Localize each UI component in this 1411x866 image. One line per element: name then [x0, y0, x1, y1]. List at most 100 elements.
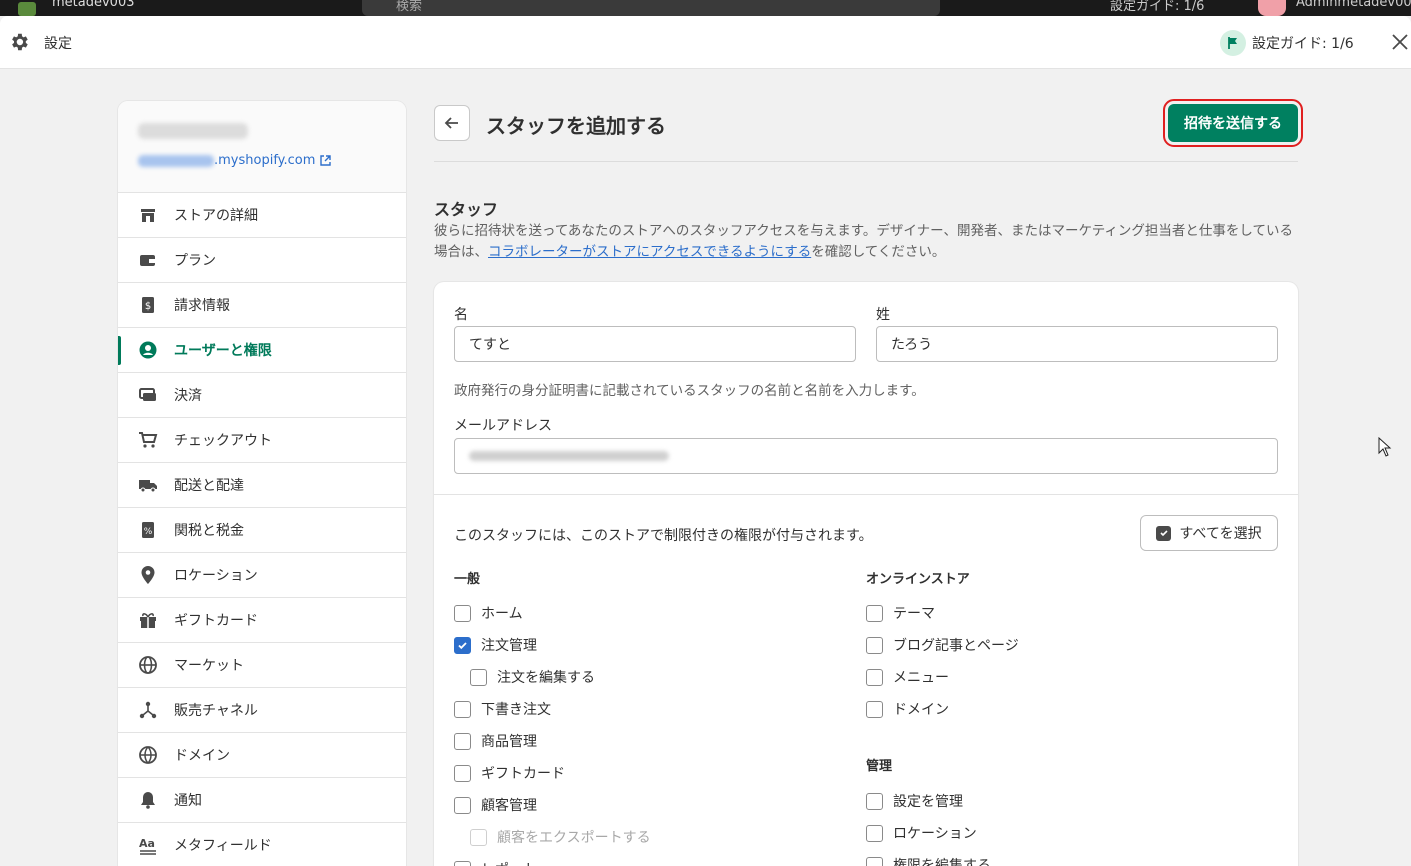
sidebar-item-metafield[interactable]: Aa メタフィールド — [118, 823, 406, 866]
sidebar-item-label: 配送と配達 — [174, 478, 244, 494]
checkbox-icon[interactable] — [454, 732, 471, 750]
sidebar-item-user[interactable]: ユーザーと権限 — [118, 328, 406, 373]
store-name-blurred — [138, 123, 248, 139]
permission-checkbox[interactable]: テーマ — [866, 603, 935, 623]
truck-icon — [138, 475, 158, 495]
checkbox-icon[interactable] — [470, 828, 487, 846]
sidebar-item-domain[interactable]: ドメイン — [118, 733, 406, 778]
checkbox-icon[interactable] — [866, 700, 883, 718]
permission-checkbox[interactable]: ロケーション — [866, 823, 977, 843]
sidebar-item-billing[interactable]: $ 請求情報 — [118, 283, 406, 328]
permission-checkbox[interactable]: メニュー — [866, 667, 949, 687]
checkbox-icon — [1156, 525, 1172, 541]
location-icon — [138, 565, 158, 585]
top-guide-label: 設定ガイド: 1/6 — [1110, 0, 1205, 14]
permission-checkbox[interactable]: 設定を管理 — [866, 791, 963, 811]
store-name: metadev003 — [52, 0, 135, 10]
setup-guide-button[interactable]: 設定ガイド: 1/6 — [1220, 30, 1354, 56]
staff-form-card: 名 てすと 姓 たろう 政府発行の身分証明書に記載されているスタッフの名前と名前… — [434, 282, 1298, 866]
sidebar-nav: ストアの詳細 プラン $ 請求情報 ユーザーと権限 決済 チェックアウト配送と配達 % 関税と税… — [118, 193, 406, 866]
first-name-value: てすと — [469, 337, 511, 353]
checkbox-icon[interactable] — [866, 856, 883, 866]
checkbox-icon[interactable] — [470, 668, 487, 686]
permission-label: メニュー — [893, 670, 949, 686]
tax-icon: % — [138, 520, 158, 540]
setup-guide-label: 設定ガイド: 1/6 — [1252, 36, 1354, 52]
permission-checkbox[interactable]: 顧客管理 — [454, 795, 537, 815]
checkbox-icon[interactable] — [866, 824, 883, 842]
permission-label: ロケーション — [893, 826, 977, 842]
globe-icon — [138, 655, 158, 675]
avatar — [1258, 0, 1286, 16]
checkbox-icon[interactable] — [454, 700, 471, 718]
store-url-suffix: .myshopify.com — [214, 153, 316, 168]
desc-text-2: を確認してください。 — [811, 244, 946, 260]
checkbox-icon[interactable] — [454, 604, 471, 622]
select-all-label: すべてを選択 — [1179, 526, 1262, 542]
permission-checkbox[interactable]: 注文を編集する — [470, 667, 595, 687]
sidebar-item-cart[interactable]: チェックアウト — [118, 418, 406, 463]
checkbox-icon[interactable] — [454, 796, 471, 814]
first-name-label: 名 — [454, 307, 468, 323]
sidebar-item-location[interactable]: ロケーション — [118, 553, 406, 598]
checkbox-icon[interactable] — [454, 764, 471, 782]
permission-label: ホーム — [481, 606, 523, 622]
permission-checkbox[interactable]: 下書き注文 — [454, 699, 551, 719]
permission-checkbox[interactable]: 顧客をエクスポートする — [470, 827, 651, 847]
section-title: スタッフ — [434, 200, 499, 219]
sidebar-item-label: プラン — [174, 253, 216, 269]
permission-checkbox[interactable]: ギフトカード — [454, 763, 565, 783]
back-button[interactable] — [434, 105, 470, 141]
last-name-field[interactable]: たろう — [876, 326, 1278, 362]
external-link-icon — [320, 155, 332, 166]
permission-label: 権限を編集する — [893, 858, 991, 866]
card-divider — [434, 494, 1298, 495]
sidebar-item-payment[interactable]: 決済 — [118, 373, 406, 418]
sidebar-item-label: メタフィールド — [174, 838, 272, 854]
sidebar-item-label: ストアの詳細 — [174, 208, 258, 224]
sidebar-item-tax[interactable]: % 関税と税金 — [118, 508, 406, 553]
checkbox-icon[interactable] — [866, 668, 883, 686]
sidebar-item-gift[interactable]: ギフトカード — [118, 598, 406, 643]
permission-label: 下書き注文 — [481, 702, 551, 718]
sidebar-item-channels[interactable]: 販売チャネル — [118, 688, 406, 733]
admin-heading: 管理 — [866, 759, 893, 774]
checkbox-icon[interactable] — [866, 604, 883, 622]
close-icon[interactable] — [1389, 31, 1411, 53]
sidebar-item-store[interactable]: ストアの詳細 — [118, 193, 406, 238]
sidebar-item-label: ギフトカード — [174, 613, 258, 629]
sidebar-item-globe[interactable]: マーケット — [118, 643, 406, 688]
permission-checkbox[interactable]: レポート — [454, 859, 537, 866]
sidebar-item-plan[interactable]: プラン — [118, 238, 406, 283]
select-all-button[interactable]: すべてを選択 — [1140, 515, 1278, 551]
checkbox-checked-icon[interactable] — [454, 636, 471, 654]
flag-icon — [1220, 30, 1246, 56]
permission-label: ブログ記事とページ — [893, 638, 1019, 654]
checkbox-icon[interactable] — [866, 792, 883, 810]
store-url-blurred — [138, 154, 214, 167]
permission-checkbox[interactable]: ブログ記事とページ — [866, 635, 1019, 655]
permission-checkbox[interactable]: 商品管理 — [454, 731, 537, 751]
send-invite-button[interactable]: 招待を送信する — [1163, 99, 1303, 147]
collaborator-link[interactable]: コラボレーターがストアにアクセスできるようにする — [488, 244, 811, 260]
store-icon — [138, 205, 158, 225]
email-value-blurred — [469, 451, 669, 461]
plan-icon — [138, 250, 158, 270]
store-url-link[interactable]: .myshopify.com — [138, 153, 386, 168]
permission-checkbox[interactable]: 注文管理 — [454, 635, 537, 655]
permission-checkbox[interactable]: ドメイン — [866, 699, 949, 719]
permission-checkbox[interactable]: 権限を編集する — [866, 855, 991, 866]
sidebar-item-label: ロケーション — [174, 568, 258, 584]
admin-name: Adminmetadev00 — [1296, 0, 1411, 10]
permission-checkbox[interactable]: ホーム — [454, 603, 523, 623]
email-field[interactable] — [454, 438, 1278, 474]
svg-text:%: % — [144, 527, 153, 537]
sidebar-item-truck[interactable]: 配送と配達 — [118, 463, 406, 508]
section-description: 彼らに招待状を送ってあなたのストアへのスタッフアクセスを与えます。デザイナー、開… — [434, 221, 1298, 263]
checkbox-icon[interactable] — [866, 636, 883, 654]
checkbox-icon[interactable] — [454, 860, 471, 866]
first-name-field[interactable]: てすと — [454, 326, 856, 362]
sidebar-item-bell[interactable]: 通知 — [118, 778, 406, 823]
divider — [434, 161, 1298, 162]
email-label: メールアドレス — [454, 418, 552, 434]
